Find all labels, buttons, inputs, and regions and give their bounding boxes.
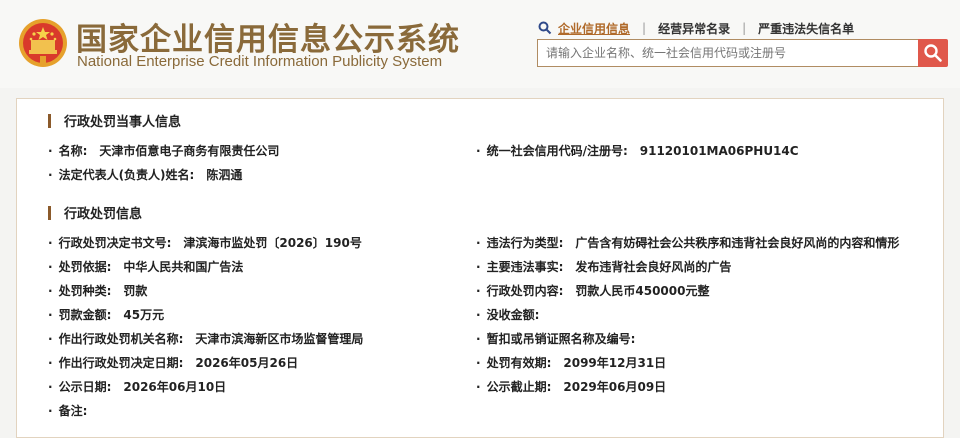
nav-abnormal-list[interactable]: 经营异常名录 (658, 20, 730, 37)
site-header: 国家企业信用信息公示系统 National Enterprise Credit … (0, 0, 960, 88)
search-icon (924, 44, 942, 62)
content-panel: 行政处罚当事人信息 · 名称: 天津市佰意电子商务有限责任公司 · 统一社会信用… (16, 98, 944, 438)
legal-rep-name: 陈泗通 (206, 168, 243, 182)
nav-enterprise-credit[interactable]: 企业信用信息 (558, 20, 630, 37)
field-legal-rep: · 法定代表人(负责人)姓名: 陈泗通 (48, 167, 243, 183)
search-input[interactable] (537, 39, 919, 67)
field-name: · 名称: 天津市佰意电子商务有限责任公司 (48, 143, 280, 159)
site-title-english: National Enterprise Credit Information P… (77, 53, 443, 70)
field-remarks: · 备注: (48, 403, 88, 419)
field-penalty-content: · 行政处罚内容: 罚款人民币450000元整 (476, 283, 710, 299)
field-penalty-validity: · 处罚有效期: 2099年12月31日 (476, 355, 667, 371)
field-license-suspension: · 暂扣或吊销证照名称及编号: (476, 331, 636, 347)
field-main-facts: · 主要违法事实: 发布违背社会良好风尚的广告 (476, 259, 732, 275)
national-emblem-icon (19, 19, 67, 67)
search-icon (538, 21, 552, 35)
field-fine-amount: · 罚款金额: 45万元 (48, 307, 165, 323)
field-violation-type: · 违法行为类型: 广告含有妨碍社会公共秩序和违背社会良好风尚的内容和情形 (476, 235, 900, 251)
field-publicity-date: · 公示日期: 2026年06月10日 (48, 379, 227, 395)
top-nav: 企业信用信息 | 经营异常名录 | 严重违法失信名单 (538, 19, 854, 37)
field-confiscated-amount: · 没收金额: (476, 307, 540, 323)
section-title-party: 行政处罚当事人信息 (48, 111, 181, 130)
search-button[interactable] (918, 39, 948, 67)
credit-code: 91120101MA06PHU14C (639, 143, 799, 158)
field-authority: · 作出行政处罚机关名称: 天津市滨海新区市场监督管理局 (48, 331, 364, 347)
company-name: 天津市佰意电子商务有限责任公司 (99, 144, 280, 158)
nav-divider: | (642, 21, 647, 35)
section-marker (48, 205, 51, 220)
field-credit-code: · 统一社会信用代码/注册号: 91120101MA06PHU14C (476, 143, 799, 159)
field-decision-number: · 行政处罚决定书文号: 津滨海市监处罚〔2026〕190号 (48, 235, 362, 251)
section-title-penalty: 行政处罚信息 (48, 203, 142, 222)
nav-divider: | (742, 21, 747, 35)
field-penalty-basis: · 处罚依据: 中华人民共和国广告法 (48, 259, 244, 275)
field-publicity-deadline: · 公示截止期: 2029年06月09日 (476, 379, 667, 395)
section-marker (48, 113, 51, 128)
field-penalty-type: · 处罚种类: 罚款 (48, 283, 148, 299)
field-decision-date: · 作出行政处罚决定日期: 2026年05月26日 (48, 355, 299, 371)
nav-serious-violation-list[interactable]: 严重违法失信名单 (758, 20, 854, 37)
